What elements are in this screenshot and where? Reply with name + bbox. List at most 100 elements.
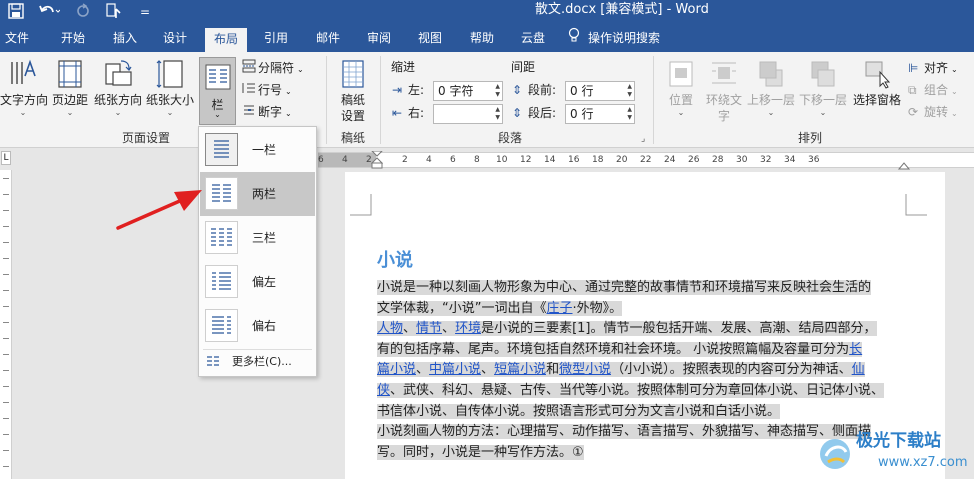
ruler-number: 10 [496, 155, 508, 165]
link-plot[interactable]: 情节 [416, 321, 443, 337]
orientation-icon [103, 58, 133, 90]
space-after-icon: ⇕ [512, 106, 523, 120]
link-character[interactable]: 人物 [377, 321, 404, 337]
bring-forward-button[interactable]: 上移一层 ⌄ [746, 58, 796, 118]
tab-view[interactable]: 视图 [413, 26, 447, 52]
tab-selector-icon[interactable]: L [1, 151, 11, 165]
corner-mark [905, 194, 927, 216]
vertical-ruler[interactable] [0, 170, 12, 479]
tab-review[interactable]: 审阅 [362, 26, 396, 52]
watermark: 极光下载站 www.xz7.com [812, 430, 974, 479]
ruler-number: 6 [450, 155, 456, 165]
link-novella[interactable]: 中篇小说 [429, 362, 482, 378]
draft-group-label: 稿纸 [340, 131, 365, 145]
indent-marker-icon[interactable] [370, 150, 384, 172]
breaks-button[interactable]: 分隔符 ⌄ [242, 59, 304, 79]
text-direction-button[interactable]: 文字方向 ⌄ [0, 58, 48, 118]
tab-file[interactable]: 文件 [0, 26, 34, 52]
ruler-number: 22 [640, 155, 652, 165]
rotate-icon: ⟳ [908, 105, 919, 119]
tab-home[interactable]: 开始 [56, 26, 90, 52]
ruler-number: 24 [664, 155, 676, 165]
hyphenation-button[interactable]: 断字 ⌄ [242, 103, 292, 123]
orientation-button[interactable]: 纸张方向 ⌄ [94, 58, 142, 118]
left-column-icon [205, 265, 238, 298]
link-novel[interactable]: 篇小说 [377, 362, 417, 378]
tell-me-search[interactable]: 操作说明搜索 [568, 26, 680, 52]
wrap-text-button[interactable]: 环绕文 字 [703, 58, 745, 124]
link-novel[interactable]: 长 [849, 341, 863, 357]
spinner-arrows-icon[interactable]: ▲ ▼ [627, 106, 632, 122]
tab-mailings[interactable]: 邮件 [311, 26, 345, 52]
tab-references[interactable]: 引用 [259, 26, 293, 52]
ribbon-separator [653, 56, 654, 144]
column-option-two[interactable]: 两栏 [200, 172, 315, 216]
ruler-number: 8 [474, 155, 480, 165]
spinner-arrows-icon[interactable]: ▲ ▼ [495, 106, 500, 122]
window-title: 散文.docx [兼容模式] - Word [535, 2, 709, 17]
customize-qat-icon[interactable]: = [140, 3, 150, 21]
spinner-arrows-icon[interactable]: ▲ ▼ [495, 83, 500, 99]
space-before-input[interactable]: 0 行 ▲ ▼ [565, 81, 635, 101]
indent-left-label: ⇥ 左: [392, 83, 425, 97]
paragraph-group-label: 段落 [497, 131, 522, 145]
ruler-number: 2 [402, 155, 408, 165]
tab-cloud[interactable]: 云盘 [516, 26, 550, 52]
redo-icon[interactable] [76, 3, 90, 24]
arrange-group-label: 排列 [797, 131, 822, 145]
column-option-left[interactable]: 偏左 [200, 260, 315, 304]
link-zhuangzi[interactable]: 庄子 [546, 300, 573, 316]
group-button[interactable]: ⧉ 组合 ⌄ [908, 81, 958, 101]
rotate-button[interactable]: ⟳ 旋转 ⌄ [908, 103, 958, 123]
margins-button[interactable]: 页边距 ⌄ [50, 58, 90, 118]
indent-right-icon: ⇤ [392, 106, 403, 120]
link-xianxia[interactable]: 仙 [851, 362, 865, 378]
tab-help[interactable]: 帮助 [465, 26, 499, 52]
more-columns-button[interactable]: 更多栏(C)... [200, 351, 315, 373]
text-direction-icon [8, 58, 38, 90]
position-button[interactable]: 位置 ⌄ [662, 58, 700, 118]
ruler-number: 32 [760, 155, 772, 165]
save-icon[interactable] [8, 3, 24, 24]
align-button[interactable]: ⊫ 对齐 ⌄ [908, 59, 958, 79]
tab-design[interactable]: 设计 [158, 26, 192, 52]
link-environment[interactable]: 环境 [455, 321, 482, 337]
line-numbers-button[interactable]: 行号 ⌄ [242, 81, 292, 101]
touch-mode-icon[interactable] [106, 3, 126, 24]
undo-icon[interactable] [38, 3, 61, 24]
paragraph-1: 小说是一种以刻画人物形象为中心、通过完整的故事情节和环境描写来反映社会生活的 文… [377, 280, 872, 316]
annotation-arrow-icon [116, 190, 202, 230]
tab-layout[interactable]: 布局 [205, 28, 247, 52]
margins-icon [55, 58, 85, 90]
send-backward-button[interactable]: 下移一层 ⌄ [798, 58, 848, 118]
spinner-arrows-icon[interactable]: ▲ ▼ [627, 83, 632, 99]
selection-pane-button[interactable]: 选择窗格 [851, 58, 903, 108]
paragraph-launcher-icon[interactable]: ⌟ [641, 134, 645, 144]
link-micro-fiction[interactable]: 微型小说 [559, 362, 612, 378]
space-after-input[interactable]: 0 行 ▲ ▼ [565, 104, 635, 124]
space-after-label: ⇕ 段后: [512, 106, 557, 120]
indent-left-icon: ⇥ [392, 83, 403, 97]
selection-pane-icon [862, 58, 892, 90]
horizontal-ruler[interactable]: 6 4 2 2 4 6 8 10 12 14 16 18 20 22 24 26… [318, 150, 974, 170]
column-option-three[interactable]: 三栏 [200, 216, 315, 260]
paper-size-icon [155, 58, 185, 90]
ruler-number: 26 [688, 155, 700, 165]
ribbon: 文字方向 ⌄ 页边距 ⌄ 纸张方向 ⌄ 纸张大小 ⌄ 分隔符 ⌄ 行号 ⌄ 断字 ⌄ … [0, 52, 974, 148]
watermark-logo-icon [816, 432, 854, 475]
ribbon-separator [380, 56, 381, 144]
column-option-right[interactable]: 偏右 [200, 304, 315, 348]
group-icon: ⧉ [908, 83, 917, 97]
link-short-story[interactable]: 短篇小说 [494, 362, 547, 378]
indent-right-input[interactable]: ▲ ▼ [433, 104, 503, 124]
indent-left-input[interactable]: 0 字符 ▲ ▼ [433, 81, 503, 101]
document-heading: 小说 [377, 250, 413, 271]
draft-paper-button[interactable]: 稿纸 设置 [334, 58, 372, 124]
tab-insert[interactable]: 插入 [108, 26, 142, 52]
ruler-number: 30 [736, 155, 748, 165]
columns-button[interactable]: 栏 ⌄ [199, 57, 236, 125]
column-option-one[interactable]: 一栏 [200, 128, 315, 172]
ribbon-tabs: 文件 开始 插入 设计 布局 引用 邮件 审阅 视图 帮助 云盘 操作说明搜索 [0, 26, 974, 52]
link-xianxia[interactable]: 侠 [377, 382, 391, 398]
size-button[interactable]: 纸张大小 ⌄ [146, 58, 194, 118]
